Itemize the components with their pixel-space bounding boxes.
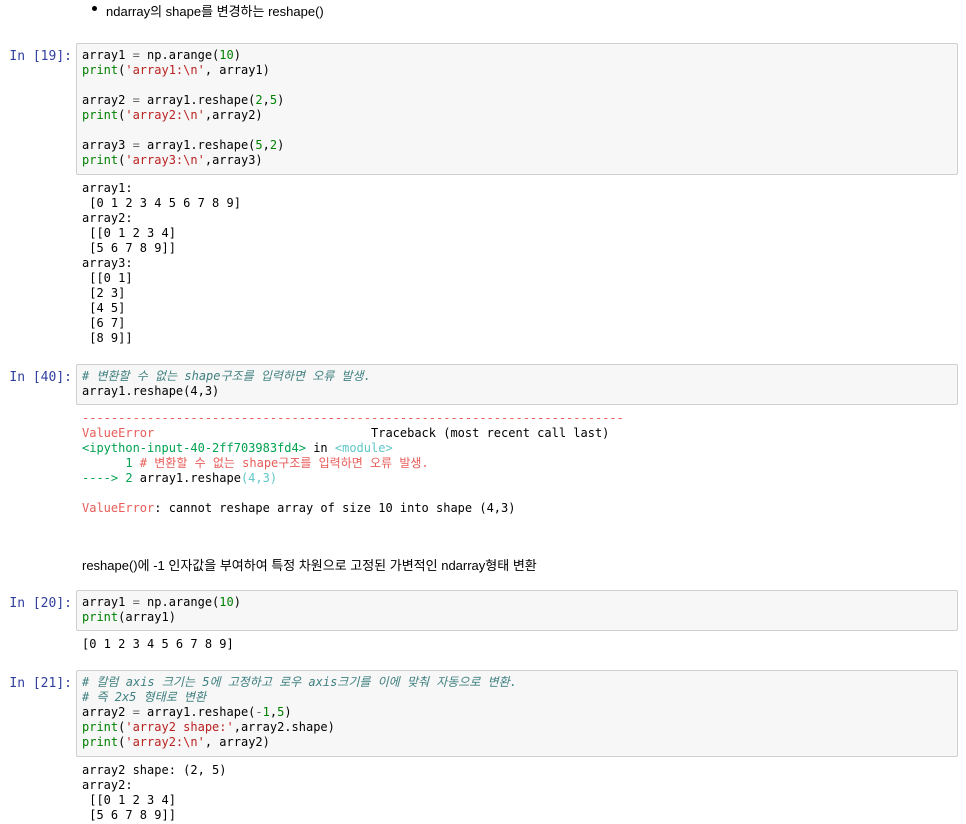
- code-editor[interactable]: array1 = np.arange(10) print(array1): [82, 595, 241, 625]
- cell-prompt: In [21]:: [9, 676, 72, 691]
- cell-prompt: In [20]:: [9, 596, 72, 611]
- bullet-dot: [92, 6, 97, 11]
- bullet-text: ndarray의 shape를 변경하는 reshape(): [106, 4, 324, 19]
- cell-output: array1: [0 1 2 3 4 5 6 7 8 9] array2: [[…: [82, 181, 241, 345]
- code-editor[interactable]: # 변환할 수 없는 shape구조를 입력하면 오류 발생. array1.r…: [82, 369, 371, 399]
- code-cell[interactable]: # 칼럼 axis 크기는 5에 고정하고 로우 axis크기를 이에 맞춰 자…: [76, 670, 958, 757]
- code-cell[interactable]: # 변환할 수 없는 shape구조를 입력하면 오류 발생. array1.r…: [76, 364, 958, 405]
- code-cell[interactable]: array1 = np.arange(10) print(array1): [76, 590, 958, 631]
- error-traceback: ----------------------------------------…: [82, 411, 624, 515]
- cell-output: array2 shape: (2, 5) array2: [[0 1 2 3 4…: [82, 763, 227, 822]
- cell-prompt: In [19]:: [9, 49, 72, 64]
- markdown-paragraph: reshape()에 -1 인자값을 부여하여 특정 차원으로 고정된 가변적인…: [82, 558, 537, 573]
- code-editor[interactable]: array1 = np.arange(10) print('array1:\n'…: [82, 48, 284, 168]
- cell-prompt: In [40]:: [9, 370, 72, 385]
- cell-output: [0 1 2 3 4 5 6 7 8 9]: [82, 637, 234, 651]
- code-cell[interactable]: array1 = np.arange(10) print('array1:\n'…: [76, 43, 958, 175]
- code-editor[interactable]: # 칼럼 axis 크기는 5에 고정하고 로우 axis크기를 이에 맞춰 자…: [82, 675, 517, 750]
